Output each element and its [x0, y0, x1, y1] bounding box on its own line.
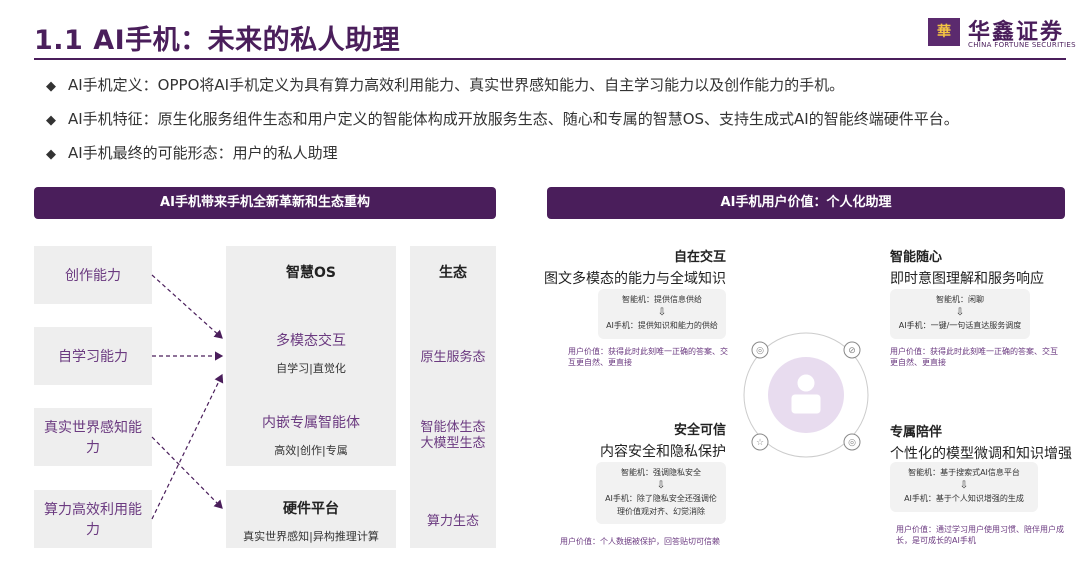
down-arrow-icon: ⇩	[656, 480, 666, 491]
q2-subtitle: 即时意图理解和服务响应	[890, 271, 1044, 287]
svg-text:⊘: ⊘	[848, 346, 856, 356]
q4-subtitle: 个性化的模型微调和知识增强	[890, 446, 1072, 462]
q2-card: 智能机：闲聊 ⇩ AI手机：一键/一句话直达服务调度	[890, 289, 1030, 339]
q1-title: 自在交互	[673, 250, 726, 265]
down-arrow-icon: ⇩	[959, 480, 969, 491]
svg-text:◎: ◎	[756, 346, 764, 356]
q4-title: 专属陪伴	[890, 425, 943, 440]
q4-card: 智能机：基于搜索式AI信息平台 ⇩ AI手机：基于个人知识增强的生成	[890, 462, 1038, 512]
q3-title: 安全可信	[673, 423, 726, 438]
q1-user-value: 用户价值：获得此时此刻唯一正确的答案、交互更自然、更直接	[568, 347, 728, 367]
q2-title: 智能随心	[890, 250, 943, 265]
q2-card-top: 智能机：闲聊	[936, 295, 984, 304]
down-arrow-icon: ⇩	[955, 307, 965, 318]
q3-card: 智能机：强调隐私安全 ⇩ AI手机：除了隐私安全还强调伦理价值观对齐、幻觉消除	[596, 462, 726, 524]
q4-user-value: 用户价值：通过学习用户使用习惯、陪伴用户成长，是可成长的AI手机	[896, 525, 1064, 545]
q3-card-top: 智能机：强调隐私安全	[621, 468, 701, 477]
q4-card-top: 智能机：基于搜索式AI信息平台	[908, 468, 1020, 477]
q1-card-bottom: AI手机：提供知识和能力的供给	[606, 321, 718, 330]
q3-user-value: 用户价值：个人数据被保护，回答贴切可信赖	[560, 537, 720, 546]
q2-user-value: 用户价值：获得此时此刻唯一正确的答案、交互更自然、更直接	[890, 347, 1058, 367]
q3-subtitle: 内容安全和隐私保护	[600, 444, 726, 460]
q1-card-top: 智能机：提供信息供给	[622, 295, 702, 304]
q2-card-bottom: AI手机：一键/一句话直达服务调度	[898, 321, 1022, 330]
svg-text:◎: ◎	[848, 438, 856, 448]
q3-card-bottom: AI手机：除了隐私安全还强调伦理价值观对齐、幻觉消除	[605, 494, 717, 516]
down-arrow-icon: ⇩	[657, 307, 667, 318]
svg-text:☆: ☆	[756, 438, 764, 448]
q1-subtitle: 图文多模态的能力与全域知识	[544, 271, 726, 287]
q1-card: 智能机：提供信息供给 ⇩ AI手机：提供知识和能力的供给	[598, 289, 726, 339]
q4-card-bottom: AI手机：基于个人知识增强的生成	[904, 494, 1024, 503]
